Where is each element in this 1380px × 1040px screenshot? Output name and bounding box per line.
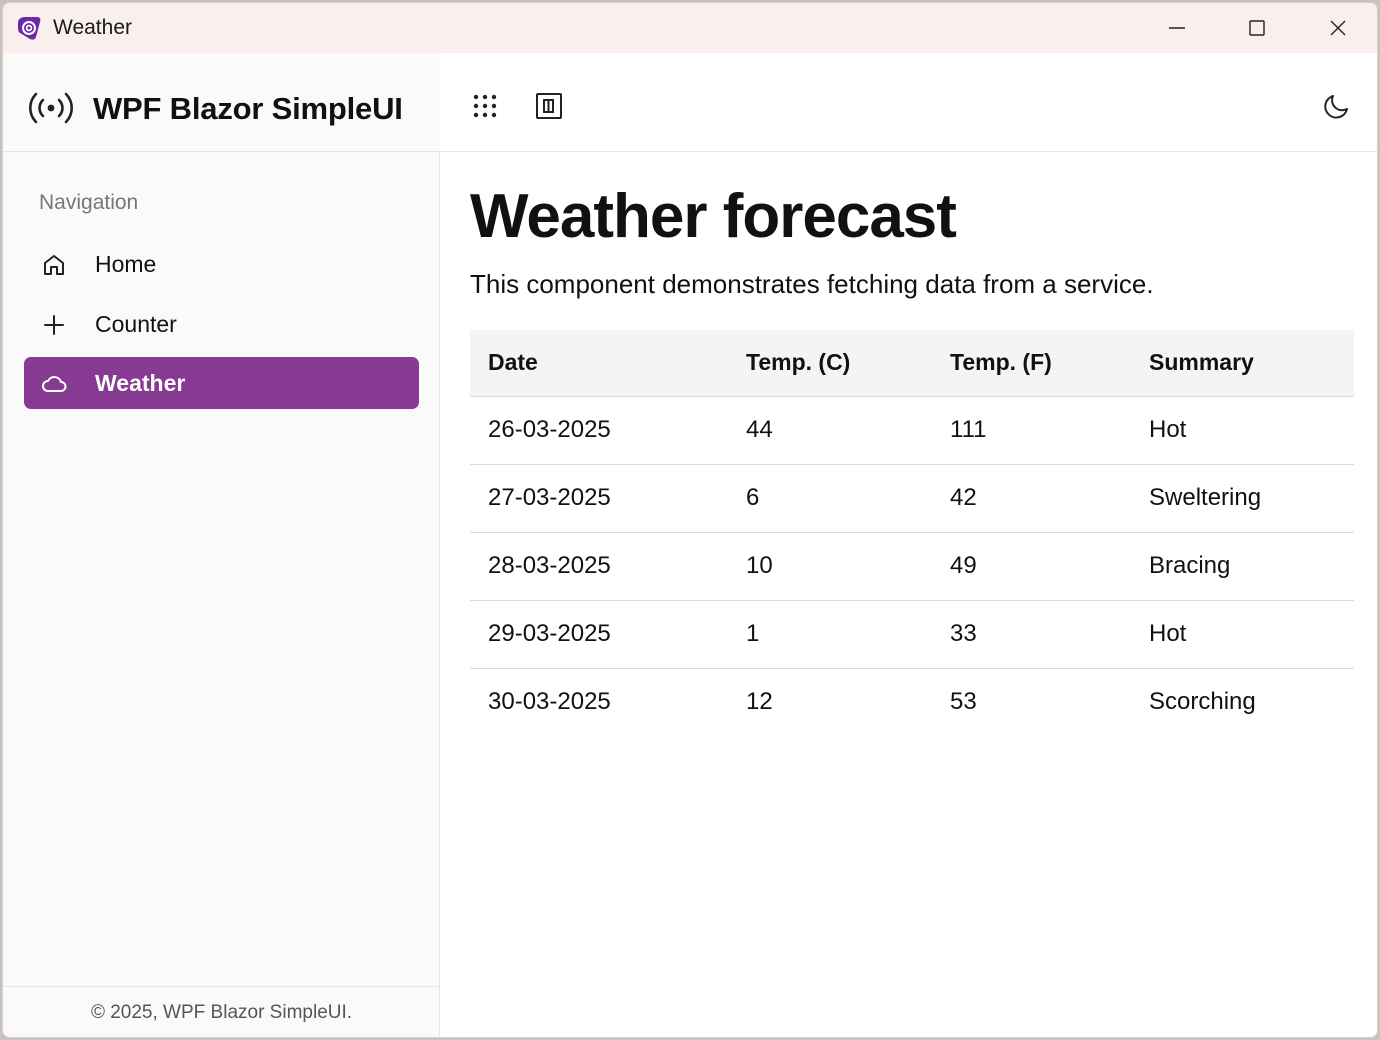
cell-summary: Bracing (1131, 532, 1354, 601)
cell-temp-f: 33 (932, 600, 1131, 669)
page-description: This component demonstrates fetching dat… (470, 269, 1154, 299)
sidebar-item-weather[interactable]: Weather (24, 357, 419, 409)
minimize-icon (1169, 27, 1185, 29)
cloud-icon (42, 376, 67, 392)
top-toolbar (440, 53, 1377, 152)
cell-date: 28-03-2025 (470, 532, 728, 601)
column-header-temp-f: Temp. (F) (932, 330, 1131, 397)
sidebar-item-label: Weather (95, 370, 186, 396)
cell-temp-c: 1 (728, 600, 932, 669)
nav-section-label: Navigation (39, 191, 139, 214)
cell-summary: Hot (1131, 396, 1354, 465)
cell-temp-f: 42 (932, 464, 1131, 533)
close-button[interactable] (1298, 3, 1377, 53)
cell-temp-c: 10 (728, 532, 932, 601)
cell-date: 29-03-2025 (470, 600, 728, 669)
cell-summary: Sweltering (1131, 464, 1354, 533)
cell-date: 27-03-2025 (470, 464, 728, 533)
main-content: Weather forecast This component demonstr… (440, 53, 1377, 1037)
table-row: 28-03-2025 10 49 Bracing (470, 532, 1354, 601)
plus-icon (44, 315, 64, 335)
table-row: 27-03-2025 6 42 Sweltering (470, 464, 1354, 533)
title-bar[interactable]: Weather (3, 3, 1377, 53)
sidebar-item-label: Counter (95, 311, 177, 337)
cell-temp-c: 12 (746, 688, 773, 716)
table-row: 29-03-2025 1 33 Hot (470, 600, 1354, 669)
brand-title: WPF Blazor SimpleUI (93, 91, 403, 126)
cell-temp-c: 6 (728, 464, 932, 533)
page-title: Weather forecast (470, 182, 957, 251)
apps-grid-icon[interactable] (470, 91, 500, 121)
cell-temp-f: 111 (932, 396, 1131, 465)
sidebar-item-home[interactable]: Home (24, 238, 419, 290)
cell-temp-c: 44 (728, 396, 932, 465)
table-row: 26-03-2025 44 111 Hot (470, 396, 1354, 465)
blazor-logo-icon (18, 17, 41, 40)
sidebar-item-counter[interactable]: Counter (24, 298, 419, 350)
window-title: Weather (53, 16, 132, 39)
cell-temp-f: 49 (932, 532, 1131, 601)
cell-summary: Scorching (1149, 688, 1256, 716)
sidebar: WPF Blazor SimpleUI Navigation Home Coun… (3, 53, 440, 1037)
cell-date: 26-03-2025 (470, 396, 728, 465)
sidebar-footer: © 2025, WPF Blazor SimpleUI. (3, 986, 440, 1037)
minimize-button[interactable] (1137, 3, 1217, 53)
dark-mode-toggle-icon[interactable] (1322, 91, 1352, 121)
cell-date: 30-03-2025 (488, 688, 611, 716)
brand-header: WPF Blazor SimpleUI (3, 53, 440, 152)
close-icon (1330, 20, 1346, 36)
column-header-temp-c: Temp. (C) (728, 330, 932, 397)
maximize-icon (1249, 20, 1265, 36)
column-header-summary: Summary (1131, 330, 1354, 397)
home-icon (44, 255, 64, 275)
cell-temp-f: 53 (950, 688, 977, 716)
forecast-table: Date Temp. (C) Temp. (F) Summary 26-03-2… (470, 330, 1354, 736)
table-header-row: Date Temp. (C) Temp. (F) Summary (470, 330, 1354, 397)
cell-summary: Hot (1131, 600, 1354, 669)
sidebar-toggle-icon[interactable] (534, 91, 564, 121)
broadcast-icon (29, 92, 73, 124)
maximize-button[interactable] (1217, 3, 1297, 53)
column-header-date: Date (470, 330, 728, 397)
sidebar-item-label: Home (95, 251, 157, 277)
app-window: Weather WPF Blazor SimpleUI Navigation H… (2, 2, 1378, 1038)
table-row: 30-03-2025 12 53 Scorching (470, 668, 1354, 736)
